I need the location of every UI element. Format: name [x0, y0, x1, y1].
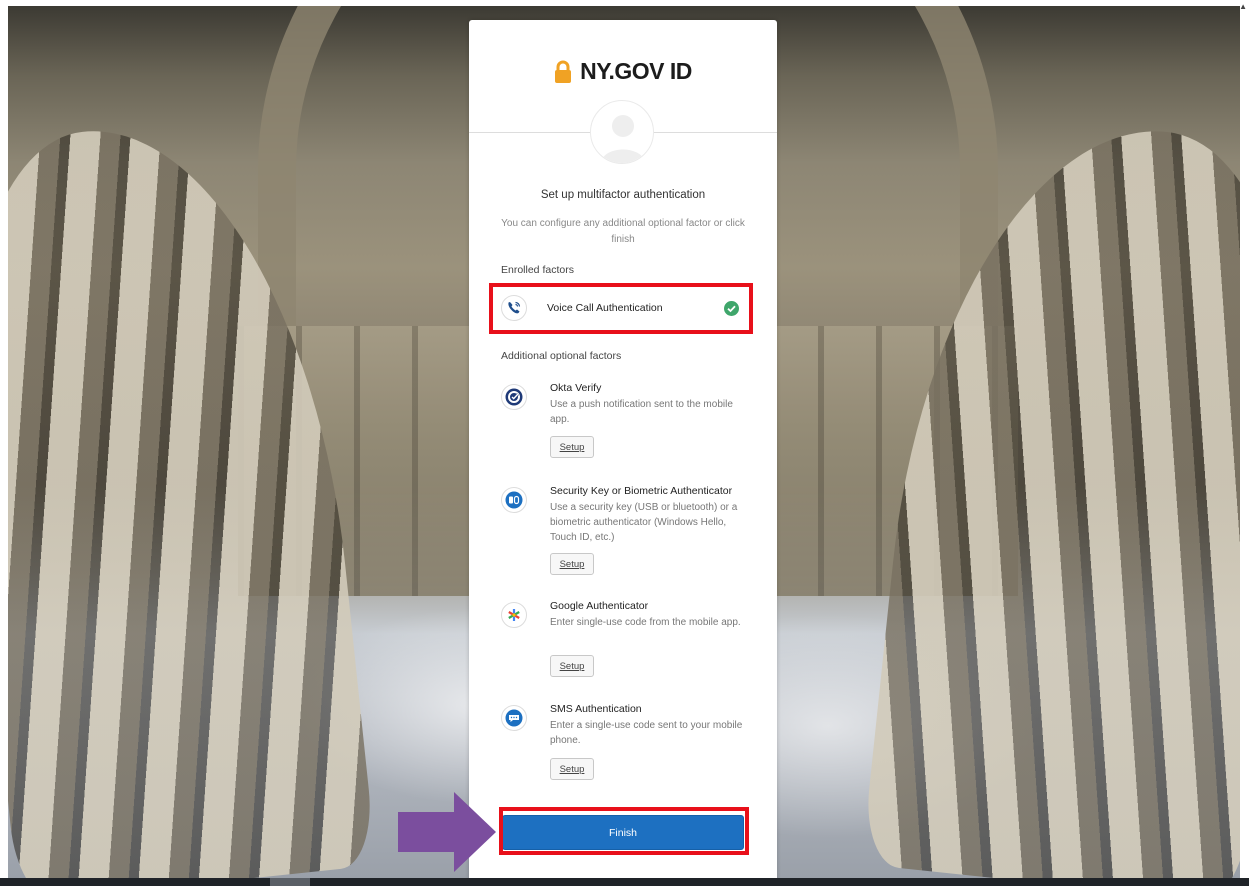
taskbar — [0, 878, 1249, 886]
factor-description: Use a security key (USB or bluetooth) or… — [550, 502, 738, 543]
factor-okta-verify: Okta Verify Use a push notification sent… — [501, 382, 747, 462]
factor-name: Security Key or Biometric Authenticator — [550, 485, 733, 497]
setup-sms-button[interactable]: Setup — [550, 758, 594, 780]
pointer-arrow-icon — [398, 792, 496, 872]
factor-sms: SMS Authentication Enter a single-use co… — [501, 703, 747, 783]
avatar — [590, 100, 654, 164]
user-placeholder-icon — [601, 115, 645, 163]
auth-card: NY.GOV ID Set up multifactor authenticat… — [469, 20, 777, 886]
setup-security-key-button[interactable]: Setup — [550, 553, 594, 575]
okta-verify-icon — [501, 384, 527, 410]
page-subtitle: You can configure any additional optiona… — [501, 218, 745, 245]
enrolled-factors-label: Enrolled factors — [501, 264, 574, 276]
logo-text: NY.GOV ID — [580, 58, 692, 84]
enrolled-factor-voice-call: Voice Call Authentication — [501, 290, 747, 326]
factor-description: Enter a single-use code sent to your mob… — [550, 720, 743, 746]
setup-okta-verify-button[interactable]: Setup — [550, 436, 594, 458]
page-title: Set up multifactor authentication — [540, 189, 706, 201]
finish-button[interactable]: Finish — [502, 815, 744, 850]
optional-factors-label: Additional optional factors — [501, 350, 622, 362]
security-key-icon — [501, 487, 527, 513]
factor-name: Google Authenticator — [550, 600, 649, 612]
logo: NY.GOV ID — [469, 58, 777, 85]
lock-icon — [555, 60, 572, 83]
factor-name: Okta Verify — [550, 382, 602, 394]
google-authenticator-icon — [501, 602, 527, 628]
enrolled-factor-name: Voice Call Authentication — [547, 302, 663, 314]
factor-google-authenticator: Google Authenticator Enter single-use co… — [501, 600, 747, 680]
setup-google-authenticator-button[interactable]: Setup — [550, 655, 594, 677]
voice-call-icon — [501, 295, 527, 321]
sms-icon — [501, 705, 527, 731]
check-circle-icon — [724, 300, 739, 316]
scrollbar-up-arrow-icon[interactable]: ▲ — [1239, 2, 1247, 11]
taskbar-item[interactable] — [270, 878, 310, 886]
factor-name: SMS Authentication — [550, 703, 642, 715]
factor-description: Enter single-use code from the mobile ap… — [550, 617, 741, 628]
factor-description: Use a push notification sent to the mobi… — [550, 399, 733, 425]
factor-security-key: Security Key or Biometric Authenticator … — [501, 485, 747, 585]
